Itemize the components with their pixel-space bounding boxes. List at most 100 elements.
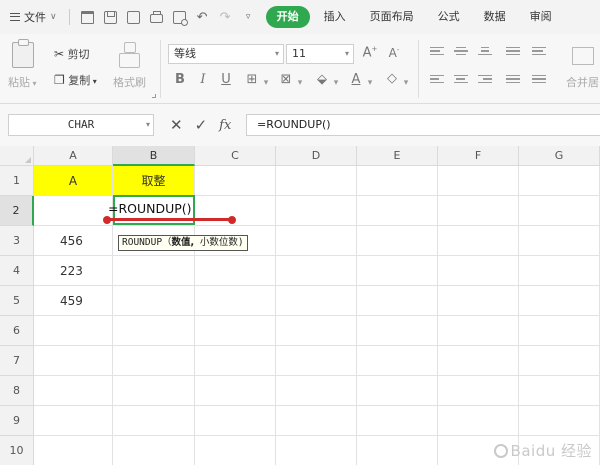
chevron-down-icon[interactable]: ▾ [262,78,270,88]
font-name-select[interactable]: 等线 ▾ [168,44,284,64]
column-header-g[interactable]: G [519,146,600,166]
cell-f7[interactable] [438,346,519,376]
column-header-f[interactable]: F [438,146,519,166]
cell-c4[interactable] [195,256,276,286]
cell-c7[interactable] [195,346,276,376]
cell-a6[interactable] [34,316,113,346]
cell-d3[interactable] [276,226,357,256]
cell-f3[interactable] [438,226,519,256]
cell-b7[interactable] [113,346,195,376]
row-header-7[interactable]: 7 [0,346,34,376]
distributed-icon[interactable] [532,75,546,85]
tab-home[interactable]: 开始 [265,6,310,28]
cell-a7[interactable] [34,346,113,376]
cell-c5[interactable] [195,286,276,316]
clipboard-dialog-launcher-icon[interactable] [152,94,156,98]
cell-g7[interactable] [519,346,600,376]
row-header-9[interactable]: 9 [0,406,34,436]
chevron-down-icon[interactable]: ▾ [402,78,410,88]
cell-g1[interactable] [519,166,600,196]
wrap-text-icon[interactable] [532,47,546,57]
cell-e8[interactable] [357,376,438,406]
cell-edit-text[interactable]: =ROUNDUP() [108,201,192,216]
column-header-a[interactable]: A [34,146,113,166]
file-menu[interactable]: 文件 ∨ [0,5,63,29]
copy-button[interactable]: ❐ 复制 ▾ [54,72,97,88]
borders-icon[interactable]: ⊞ [244,72,260,87]
cell-a5[interactable]: 459 [34,286,113,316]
cell-b6[interactable] [113,316,195,346]
cell-d9[interactable] [276,406,357,436]
cell-d7[interactable] [276,346,357,376]
format-painter-button[interactable]: 格式刷 [113,74,146,90]
bold-icon[interactable]: B [172,72,188,87]
align-middle-icon[interactable] [454,47,468,57]
cell-b5[interactable] [113,286,195,316]
tab-insert[interactable]: 插入 [314,6,356,28]
undo-icon[interactable]: ↶ [196,10,209,25]
cell-g2[interactable] [519,196,600,226]
tab-data[interactable]: 数据 [474,6,516,28]
cell-f9[interactable] [438,406,519,436]
cell-g8[interactable] [519,376,600,406]
align-center-icon[interactable] [454,75,468,85]
cell-c1[interactable] [195,166,276,196]
cell-g4[interactable] [519,256,600,286]
cell-a1[interactable]: A [34,166,113,196]
cell-g3[interactable] [519,226,600,256]
cell-a2[interactable] [34,196,113,226]
column-header-c[interactable]: C [195,146,276,166]
cell-d5[interactable] [276,286,357,316]
cell-d1[interactable] [276,166,357,196]
cell-b1[interactable]: 取整 [113,166,195,196]
cancel-icon[interactable]: ✕ [170,116,183,134]
cell-e9[interactable] [357,406,438,436]
column-header-b[interactable]: B [113,146,195,166]
cell-b10[interactable] [113,436,195,465]
cell-a10[interactable] [34,436,113,465]
export-pdf-icon[interactable] [126,10,140,24]
tab-formulas[interactable]: 公式 [428,6,470,28]
align-right-icon[interactable] [478,75,492,85]
print-icon[interactable] [149,11,163,23]
cell-e7[interactable] [357,346,438,376]
justify-icon[interactable] [506,75,520,85]
cell-c8[interactable] [195,376,276,406]
cell-b4[interactable] [113,256,195,286]
cell-a8[interactable] [34,376,113,406]
open-folder-icon[interactable] [80,10,94,24]
cell-f1[interactable] [438,166,519,196]
cell-f2[interactable] [438,196,519,226]
cell-e10[interactable] [357,436,438,465]
row-header-10[interactable]: 10 [0,436,34,465]
cell-a3[interactable]: 456 [34,226,113,256]
cell-b9[interactable] [113,406,195,436]
font-color-icon[interactable]: A [348,72,364,87]
row-header-1[interactable]: 1 [0,166,34,196]
cell-a4[interactable]: 223 [34,256,113,286]
print-preview-icon[interactable] [172,10,188,26]
cut-button[interactable]: ✂ 剪切 [54,46,90,62]
chevron-down-icon[interactable]: ▾ [296,78,304,88]
merge-center-button[interactable]: 合并居 [566,74,599,90]
fill-color-icon[interactable]: ⬙ [314,72,330,87]
italic-icon[interactable]: I [195,72,211,87]
chevron-down-icon[interactable]: ▾ [366,78,374,88]
clear-format-icon[interactable]: ◇ [384,71,400,86]
confirm-icon[interactable]: ✓ [195,116,208,134]
row-header-3[interactable]: 3 [0,226,34,256]
cell-f8[interactable] [438,376,519,406]
cell-g5[interactable] [519,286,600,316]
row-header-2[interactable]: 2 [0,196,34,226]
cell-e3[interactable] [357,226,438,256]
cell-d4[interactable] [276,256,357,286]
row-header-4[interactable]: 4 [0,256,34,286]
cell-d6[interactable] [276,316,357,346]
cell-e6[interactable] [357,316,438,346]
spreadsheet-grid[interactable]: A B C D E F G 1 A 取整 2 3 456 4 223 5 459 6 7 8 9 10 =ROUNDUP()… [0,146,600,465]
customize-toolbar-icon[interactable]: ▿ [242,12,255,22]
cell-d2[interactable] [276,196,357,226]
orientation-icon[interactable] [506,47,520,57]
cell-f4[interactable] [438,256,519,286]
row-header-5[interactable]: 5 [0,286,34,316]
